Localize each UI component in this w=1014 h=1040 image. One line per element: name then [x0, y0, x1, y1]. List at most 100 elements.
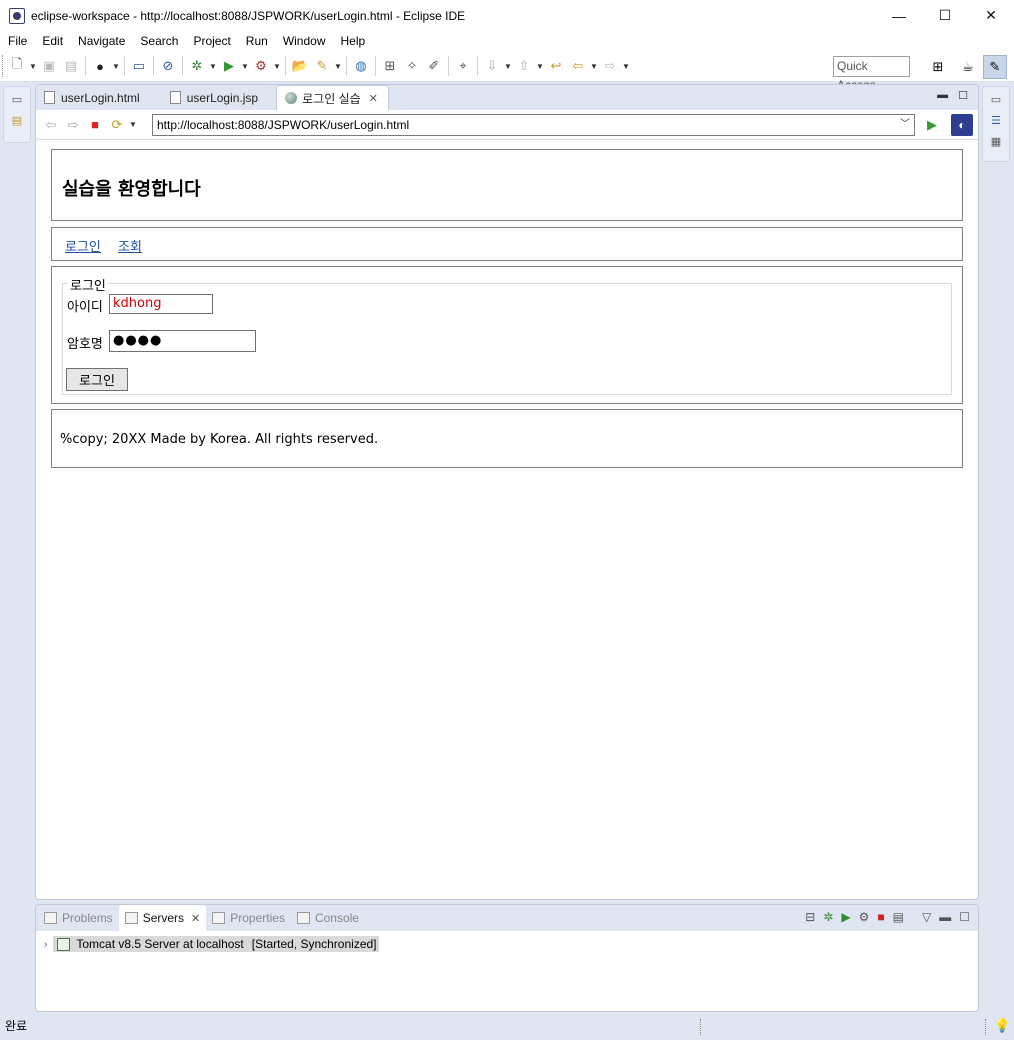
stop-server-icon[interactable]: ■	[877, 910, 884, 924]
save-icon[interactable]: ▣	[38, 55, 60, 77]
external-tools-icon[interactable]: ⚙	[250, 55, 272, 77]
debug-dropdown-icon[interactable]: ▼	[208, 62, 218, 71]
start-server-icon[interactable]: ▶	[841, 910, 850, 924]
search-tool-icon[interactable]: ⌖	[452, 55, 474, 77]
refresh-icon[interactable]: ⟳	[106, 114, 128, 136]
toolbar-separator	[346, 56, 347, 76]
status-text: 완료	[5, 1019, 28, 1033]
next-annotation-icon[interactable]: ⇩	[481, 55, 503, 77]
forward-icon[interactable]: ⇨	[599, 55, 621, 77]
new-class-icon[interactable]: ⊞	[379, 55, 401, 77]
menu-window[interactable]: Window	[275, 34, 333, 48]
tab-properties[interactable]: Properties	[206, 905, 291, 931]
external-tools-dropdown-icon[interactable]: ▼	[272, 62, 282, 71]
save-all-icon[interactable]: ▤	[60, 55, 82, 77]
back-dropdown-icon[interactable]: ▼	[589, 62, 599, 71]
menu-run[interactable]: Run	[238, 34, 275, 48]
stop-icon[interactable]: ■	[84, 114, 106, 136]
minimize-icon[interactable]: ▬	[937, 89, 948, 102]
back-icon[interactable]: ⇦	[567, 55, 589, 77]
back-nav-icon[interactable]: ⇦	[40, 114, 62, 136]
terminal-icon[interactable]: ▭	[128, 55, 150, 77]
servers-panel: Problems Servers ✕ Properties Console ⊟ …	[35, 904, 979, 1012]
run-dropdown-icon[interactable]: ▼	[240, 62, 250, 71]
login-fieldset: 로그인 아이디 kdhong 암호명 ●●●● 로그인	[62, 275, 952, 395]
login-section: 로그인 아이디 kdhong 암호명 ●●●● 로그인	[51, 266, 963, 404]
close-tab-icon[interactable]: ✕	[191, 912, 200, 925]
maximize-icon[interactable]: ☐	[958, 89, 968, 102]
restore-icon[interactable]: ▭	[6, 90, 28, 108]
forward-dropdown-icon[interactable]: ▼	[621, 62, 631, 71]
new-file-icon[interactable]: ✐	[423, 55, 445, 77]
maximize-button[interactable]: ☐	[922, 0, 968, 31]
menu-search[interactable]: Search	[132, 34, 185, 48]
run-icon[interactable]: ▶	[218, 55, 240, 77]
password-input[interactable]: ●●●●	[109, 330, 256, 352]
task-list-icon[interactable]: ▦	[985, 132, 1007, 150]
close-tab-icon[interactable]: ✕	[369, 92, 378, 105]
editor-tabs: userLogin.html userLogin.jsp 로그인 실습 ✕ ▬ …	[36, 85, 978, 110]
open-folder-icon[interactable]: 📂	[289, 55, 311, 77]
url-dropdown-icon[interactable]: ﹀	[900, 115, 910, 135]
globe-icon[interactable]: ◍	[350, 55, 372, 77]
tab-userlogin-jsp[interactable]: userLogin.jsp	[162, 85, 268, 110]
maximize-icon[interactable]: ☐	[959, 910, 970, 924]
close-button[interactable]: ✕	[968, 0, 1014, 31]
tab-userlogin-html[interactable]: userLogin.html	[36, 85, 150, 110]
prev-annotation-icon[interactable]: ⇧	[513, 55, 535, 77]
open-external-browser-icon[interactable]: ◐	[951, 114, 973, 136]
project-explorer-icon[interactable]: ▤	[6, 111, 28, 129]
restore-right-icon[interactable]: ▭	[985, 90, 1007, 108]
profile-server-icon[interactable]: ⚙	[859, 910, 870, 924]
tab-problems[interactable]: Problems	[38, 905, 119, 931]
server-item[interactable]: Tomcat v8.5 Server at localhost [Started…	[53, 936, 379, 952]
new-package-icon[interactable]: ✧	[401, 55, 423, 77]
menu-edit[interactable]: Edit	[34, 34, 70, 48]
refresh-dropdown-icon[interactable]: ▼	[128, 120, 138, 129]
minimize-icon[interactable]: ▬	[939, 910, 951, 924]
collapse-all-icon[interactable]: ⊟	[805, 910, 815, 924]
tab-servers[interactable]: Servers ✕	[118, 905, 207, 931]
next-annotation-dropdown-icon[interactable]: ▼	[503, 62, 513, 71]
login-button[interactable]: 로그인	[66, 368, 128, 391]
id-input[interactable]: kdhong	[109, 294, 213, 314]
go-icon[interactable]: ▶	[924, 116, 940, 134]
nav-link-lookup[interactable]: 조회	[118, 236, 142, 255]
view-menu-icon[interactable]: ▽	[922, 910, 931, 924]
profile-icon[interactable]: ●	[89, 55, 111, 77]
nav-link-login[interactable]: 로그인	[65, 236, 101, 255]
right-trim-stack: ▭ ☰ ▦	[982, 86, 1010, 162]
editor-area: userLogin.html userLogin.jsp 로그인 실습 ✕ ▬ …	[35, 84, 979, 900]
new-dropdown-icon[interactable]: ▼	[28, 62, 38, 71]
menu-help[interactable]: Help	[333, 34, 373, 48]
tab-console[interactable]: Console	[291, 905, 365, 931]
debug-icon[interactable]: ✲	[186, 55, 208, 77]
tab-login-practice[interactable]: 로그인 실습 ✕	[276, 85, 389, 110]
new-icon[interactable]: 🗋	[6, 55, 28, 77]
pencil-icon[interactable]: ✎	[311, 55, 333, 77]
java-ee-perspective-icon[interactable]: ☕	[956, 55, 980, 79]
page-nav: 로그인 조회	[51, 227, 963, 261]
web-perspective-icon[interactable]: ✎	[983, 55, 1007, 79]
login-legend: 로그인	[68, 275, 108, 294]
menu-navigate[interactable]: Navigate	[70, 34, 132, 48]
url-input[interactable]: http://localhost:8088/JSPWORK/userLogin.…	[152, 114, 915, 136]
menu-project[interactable]: Project	[185, 34, 237, 48]
server-row[interactable]: › Tomcat v8.5 Server at localhost [Start…	[44, 935, 379, 953]
skip-breakpoints-icon[interactable]: ⊘	[157, 55, 179, 77]
expand-chevron-icon[interactable]: ›	[44, 939, 47, 950]
browser-globe-icon	[285, 92, 298, 104]
lightbulb-icon[interactable]: 💡	[994, 1018, 1010, 1034]
open-perspective-icon[interactable]: ⊞	[926, 55, 950, 79]
menu-file[interactable]: File	[0, 34, 34, 48]
last-edit-icon[interactable]: ↩	[545, 55, 567, 77]
pencil-dropdown-icon[interactable]: ▼	[333, 62, 343, 71]
publish-icon[interactable]: ▤	[893, 910, 904, 924]
forward-nav-icon[interactable]: ⇨	[62, 114, 84, 136]
quick-access-input[interactable]: Quick Access	[833, 56, 910, 92]
minimize-button[interactable]: —	[876, 0, 922, 31]
debug-server-icon[interactable]: ✲	[823, 910, 833, 924]
profile-dropdown-icon[interactable]: ▼	[111, 62, 121, 71]
outline-icon[interactable]: ☰	[985, 111, 1007, 129]
prev-annotation-dropdown-icon[interactable]: ▼	[535, 62, 545, 71]
